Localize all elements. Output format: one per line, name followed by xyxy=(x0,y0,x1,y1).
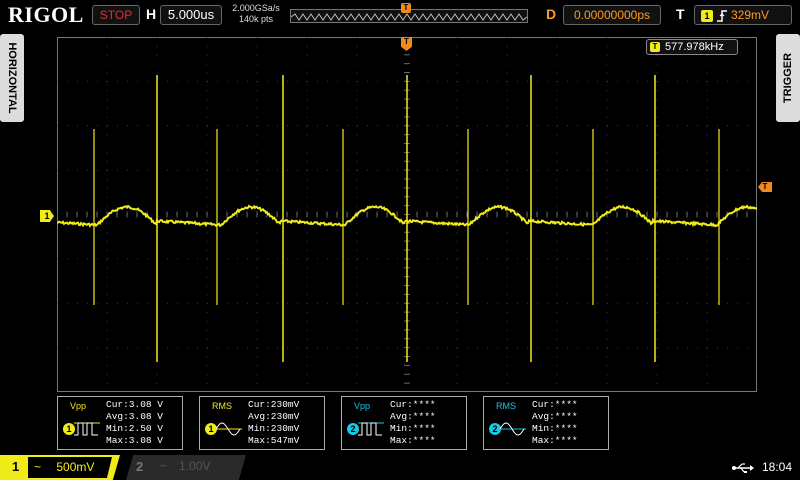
measurement-stat: Cur:**** xyxy=(532,399,578,410)
delay-label: D xyxy=(546,6,557,22)
measurement-box[interactable]: Vpp 1 Cur:3.08 V Avg:3.08 V Min:2.50 V Max:3.… xyxy=(57,396,183,450)
measurement-stat: Avg:**** xyxy=(390,411,436,422)
measurement-stat: Avg:**** xyxy=(532,411,578,422)
horizontal-menu-tab[interactable]: HORIZONTAL xyxy=(0,34,24,122)
measurement-stat: Avg:230mV xyxy=(248,411,300,422)
horizontal-tab-label: HORIZONTAL xyxy=(6,42,18,114)
bottom-channel-bar: 1 ~ 500mV 2 ~1.00V 18:04 xyxy=(0,455,800,480)
clock: 18:04 xyxy=(762,460,793,474)
delay-value[interactable]: 0.00000000ps xyxy=(563,5,661,25)
trigger-settings[interactable]: 1 329mV xyxy=(694,5,792,25)
measurement-stat: Min:2.50 V xyxy=(106,423,164,434)
ch2-coupling-icon: ~ xyxy=(160,459,168,473)
ch1-scale-box: ~ 500mV xyxy=(28,457,112,478)
ch2-scale: 1.00V xyxy=(179,459,211,473)
measurement-stat: Avg:3.08 V xyxy=(106,411,164,422)
measurement-name: RMS xyxy=(496,401,516,411)
measurement-name: Vpp xyxy=(354,401,371,411)
trigger-level-marker[interactable]: T xyxy=(758,182,772,192)
measurement-stat: Max:3.08 V xyxy=(106,435,164,446)
timebase-value[interactable]: 5.000us xyxy=(160,5,222,25)
measurement-stat: Max:547mV xyxy=(248,435,300,446)
system-status: 18:04 xyxy=(660,458,800,478)
ac-coupling-icon: ~ xyxy=(34,460,42,474)
measurement-box[interactable]: RMS 1 Cur:230mV Avg:230mV Min:230mV Max:547mV xyxy=(199,396,325,450)
rising-edge-icon xyxy=(717,8,727,22)
measurement-stat: Min:**** xyxy=(390,423,436,434)
waveform-display[interactable] xyxy=(57,37,757,392)
ch1-waveform xyxy=(57,75,757,362)
trigger-position-flag: T xyxy=(401,3,411,13)
trigger-label: T xyxy=(676,6,685,22)
trigger-tab-label: TRIGGER xyxy=(782,52,794,104)
sample-rate: 2.000GSa/s xyxy=(232,3,280,13)
run-stop-status[interactable]: STOP xyxy=(92,5,140,25)
measurement-stat: Cur:230mV xyxy=(248,399,300,410)
trigger-channel-badge: 1 xyxy=(701,9,713,22)
measurement-stat: Min:**** xyxy=(532,423,578,434)
pulse-icon xyxy=(74,422,100,436)
measurement-stat: Max:**** xyxy=(532,435,578,446)
frequency-value: 577.978kHz xyxy=(665,41,724,53)
trigger-level-value: 329mV xyxy=(731,8,770,22)
counter-trigger-badge: T xyxy=(650,42,660,52)
trigger-menu-tab[interactable]: TRIGGER xyxy=(776,34,800,122)
measurement-box[interactable]: RMS 2 Cur:**** Avg:**** Min:**** Max:**** xyxy=(483,396,609,450)
ch1-settings-tab[interactable]: 1 ~ 500mV xyxy=(0,455,120,480)
ch1-offset-marker[interactable]: 1 xyxy=(40,210,54,222)
pulse-icon xyxy=(358,422,384,436)
measurement-box[interactable]: Vpp 2 Cur:**** Avg:**** Min:**** Max:**** xyxy=(341,396,467,450)
top-status-bar: RIGOL STOP H 5.000us 2.000GSa/s 140k pts… xyxy=(0,0,800,30)
ch2-settings-tab[interactable]: 2 ~1.00V xyxy=(126,455,246,480)
measurement-stat: Cur:**** xyxy=(390,399,436,410)
sine-icon xyxy=(500,422,526,436)
measurement-stat: Cur:3.08 V xyxy=(106,399,164,410)
sample-info: 2.000GSa/s 140k pts xyxy=(226,3,286,25)
measurement-stat: Min:230mV xyxy=(248,423,300,434)
sine-icon xyxy=(216,422,242,436)
ch1-number: 1 xyxy=(12,459,20,474)
brand-logo: RIGOL xyxy=(8,2,84,27)
measurement-name: Vpp xyxy=(70,401,87,411)
measurement-name: RMS xyxy=(212,401,232,411)
measurement-stat: Max:**** xyxy=(390,435,436,446)
ch2-number: 2 xyxy=(136,459,144,474)
memory-depth: 140k pts xyxy=(238,14,274,24)
usb-icon xyxy=(732,461,754,479)
ch1-scale: 500mV xyxy=(56,460,95,474)
frequency-counter: T 577.978kHz xyxy=(646,39,738,55)
horizontal-label: H xyxy=(146,6,157,22)
